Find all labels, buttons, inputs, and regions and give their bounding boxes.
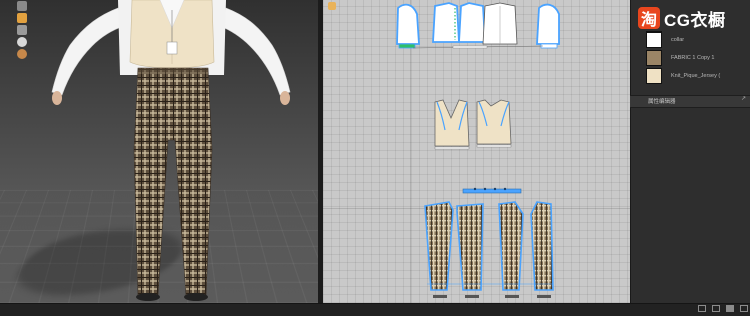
vest-front bbox=[435, 100, 469, 146]
shirt-front-right bbox=[459, 3, 485, 42]
waistband bbox=[463, 189, 521, 193]
layout-2d-icon[interactable] bbox=[698, 305, 706, 312]
shirt-sleeve-right bbox=[537, 5, 559, 44]
fabric-swatch bbox=[646, 68, 662, 84]
brand-watermark: 淘 CG衣橱 bbox=[638, 5, 748, 31]
avatar-3d[interactable] bbox=[0, 0, 318, 303]
3d-viewport[interactable] bbox=[0, 0, 318, 303]
fabric-name: Knit_Pique_Jersey ( bbox=[671, 73, 720, 79]
shirt-cuff-left bbox=[399, 44, 415, 48]
status-bar bbox=[0, 303, 750, 316]
fabric-item-collar[interactable]: collar bbox=[646, 31, 750, 48]
pants-front-left bbox=[425, 202, 453, 290]
layout-full-icon[interactable] bbox=[740, 305, 748, 312]
brand-title: CG衣橱 bbox=[664, 6, 726, 31]
property-editor-title: 属性编辑器 bbox=[648, 97, 676, 105]
layout-3d-icon[interactable] bbox=[726, 305, 734, 312]
fabric-item-fabric1[interactable]: FABRIC 1 Copy 1 bbox=[646, 49, 750, 66]
pattern-pieces[interactable] bbox=[323, 0, 630, 303]
right-sleeve bbox=[220, 8, 290, 95]
pants-back-left bbox=[499, 202, 523, 290]
vest-back bbox=[477, 100, 511, 144]
plaid-pants bbox=[134, 68, 212, 295]
camera-tool-icon[interactable] bbox=[17, 25, 27, 35]
texture-tool-icon[interactable] bbox=[17, 49, 27, 59]
layout-split-icon[interactable] bbox=[712, 305, 720, 312]
fabric-swatch bbox=[646, 32, 662, 48]
undock-icon[interactable]: ↗ bbox=[741, 95, 746, 102]
taobao-logo-icon: 淘 bbox=[638, 7, 660, 29]
avatar-tool-icon[interactable] bbox=[17, 1, 27, 11]
left-sleeve bbox=[52, 8, 124, 95]
light-tool-icon[interactable] bbox=[17, 37, 27, 47]
pants-back-right bbox=[531, 202, 553, 290]
shirt-sleeve-left bbox=[397, 5, 419, 44]
pants-front-right bbox=[457, 204, 483, 290]
fabric-item-knit[interactable]: Knit_Pique_Jersey ( bbox=[646, 67, 750, 84]
display-tool-icon[interactable] bbox=[17, 13, 27, 23]
shirt-cuff-right bbox=[541, 44, 557, 48]
fabric-name: FABRIC 1 Copy 1 bbox=[671, 55, 714, 61]
id-badge bbox=[167, 42, 177, 54]
fabric-name: collar bbox=[671, 37, 684, 43]
3d-toolbar bbox=[0, 0, 32, 60]
fabric-swatch bbox=[646, 50, 662, 66]
